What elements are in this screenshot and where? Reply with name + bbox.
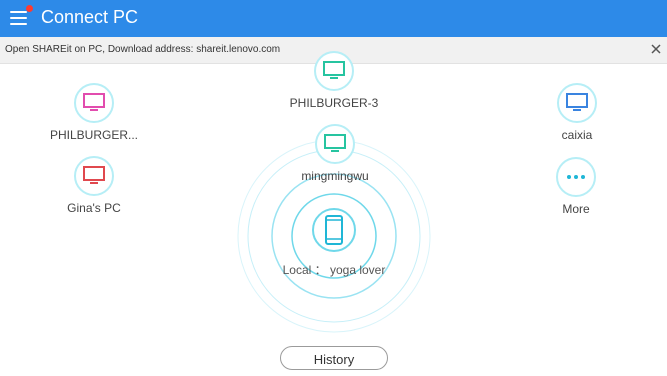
monitor-icon (324, 134, 346, 152)
menu-icon (10, 11, 27, 13)
more-devices-button[interactable]: More (516, 157, 636, 216)
monitor-icon (83, 93, 105, 111)
page-title: Connect PC (41, 7, 139, 27)
device-philburger[interactable]: PHILBURGER... (34, 83, 154, 142)
device-mingmingwu[interactable]: mingmingwu (275, 124, 395, 183)
close-notice-button[interactable] (648, 41, 664, 57)
local-device: Local ： yoga lover (254, 208, 414, 278)
phone-icon (325, 215, 343, 245)
device-label: mingmingwu (301, 169, 369, 183)
notice-text: Open SHAREit on PC, Download address: sh… (5, 44, 281, 55)
more-label: More (562, 202, 590, 216)
more-icon (567, 175, 585, 179)
device-caixia[interactable]: caixia (517, 83, 637, 142)
monitor-icon (83, 166, 105, 184)
close-icon (651, 44, 661, 54)
device-ginas-pc[interactable]: Gina's PC (34, 156, 154, 215)
local-device-label: Local ： yoga lover (282, 263, 386, 277)
monitor-icon (323, 61, 345, 79)
device-label: PHILBURGER... (49, 128, 139, 142)
history-button[interactable]: History (280, 346, 388, 370)
monitor-icon (566, 93, 588, 111)
device-label: caixia (561, 128, 593, 142)
device-label: PHILBURGER-3 (289, 96, 379, 110)
menu-button[interactable] (9, 5, 33, 28)
app-header: Connect PC (0, 0, 667, 37)
device-label: Gina's PC (67, 201, 121, 215)
notification-dot (26, 5, 33, 12)
device-philburger-3[interactable]: PHILBURGER-3 (274, 51, 394, 110)
